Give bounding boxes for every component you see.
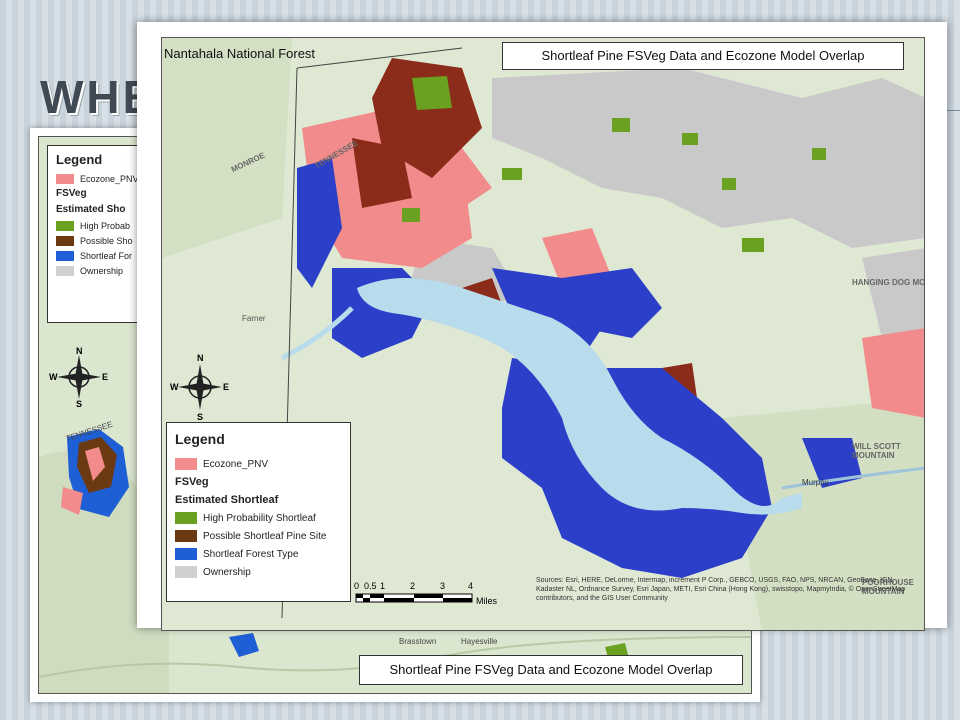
back-legend-label: Ownership (80, 265, 124, 276)
legend-item-shortleaf-forest: Shortleaf Forest Type (175, 545, 342, 563)
place-will-scott-mountain: WILL SCOTT MOUNTAIN (852, 442, 901, 460)
legend-swatch (175, 530, 197, 542)
front-map-frame: TENNESSEE MONROE HANGING DOG MOUNTAIN WI… (137, 22, 947, 631)
map-legend: Legend Ecozone_PNV FSVeg Estimated Short… (166, 422, 351, 602)
back-legend-label: Ecozone_PNV (80, 173, 139, 184)
legend-group-fsveg: FSVeg (175, 476, 209, 488)
region-label: Nantahala National Forest (164, 46, 316, 61)
scale-tick: 0.5 (364, 581, 377, 591)
compass-s: S (197, 412, 203, 422)
legend-item-ownership: Ownership (175, 563, 342, 581)
compass-n: N (197, 353, 204, 363)
scale-tick: 0 (354, 581, 359, 591)
scale-tick: 1 (380, 581, 385, 591)
back-legend-swatch (56, 250, 74, 261)
legend-item-ecozone: Ecozone_PNV (175, 455, 342, 473)
back-legend-swatch (56, 220, 74, 231)
legend-swatch (175, 458, 197, 470)
back-legend-label: High Probab (80, 220, 131, 231)
back-legend-label: Possible Sho (80, 235, 133, 246)
legend-item-possible-site: Possible Shortleaf Pine Site (175, 527, 342, 545)
legend-item-high-probability: High Probability Shortleaf (175, 509, 342, 527)
scale-tick: 2 (410, 581, 415, 591)
back-compass-w: W (49, 372, 58, 382)
scale-bar-graphic: 0 0.5 1 2 3 4 Miles (354, 581, 498, 606)
front-map: TENNESSEE MONROE HANGING DOG MOUNTAIN WI… (161, 37, 925, 631)
back-legend-swatch (56, 265, 74, 276)
legend-group-estimated: Estimated Shortleaf (175, 494, 279, 506)
scale-unit: Miles (476, 596, 498, 606)
back-legend-swatch (56, 235, 74, 246)
back-place-brasstown: Brasstown (399, 637, 437, 646)
scale-tick: 4 (468, 581, 473, 591)
legend-swatch (175, 512, 197, 524)
legend-label: Possible Shortleaf Pine Site (203, 530, 327, 542)
legend-label: Ownership (203, 566, 251, 578)
back-place-hayesville: Hayesville (461, 637, 498, 646)
place-hanging-dog-mountain: HANGING DOG MOUNTAIN (852, 278, 925, 287)
back-compass-rose-icon: N S W E (49, 347, 108, 407)
scale-bar: 0 0.5 1 2 3 4 Miles (354, 580, 514, 616)
back-compass-e: E (102, 372, 108, 382)
map-sources-credit: Sources: Esri, HERE, DeLorme, Intermap, … (536, 577, 906, 602)
back-compass-n: N (76, 347, 83, 356)
compass-e: E (223, 382, 229, 392)
place-farner: Farner (242, 314, 266, 323)
scale-tick: 3 (440, 581, 445, 591)
compass-rose-icon: N S W E (170, 353, 229, 422)
legend-label: High Probability Shortleaf (203, 512, 316, 524)
legend-label: Ecozone_PNV (203, 458, 269, 470)
map-title: Shortleaf Pine FSVeg Data and Ecozone Mo… (502, 42, 904, 70)
back-legend-swatch (56, 173, 74, 184)
back-map-title: Shortleaf Pine FSVeg Data and Ecozone Mo… (359, 655, 743, 685)
place-murphy: Murphy (802, 478, 829, 487)
back-compass-s: S (76, 399, 82, 407)
legend-label: Shortleaf Forest Type (203, 548, 299, 560)
legend-swatch (175, 548, 197, 560)
back-legend-label: Shortleaf For (80, 250, 133, 261)
legend-swatch (175, 566, 197, 578)
legend-heading: Legend (175, 431, 225, 447)
compass-w: W (170, 382, 179, 392)
